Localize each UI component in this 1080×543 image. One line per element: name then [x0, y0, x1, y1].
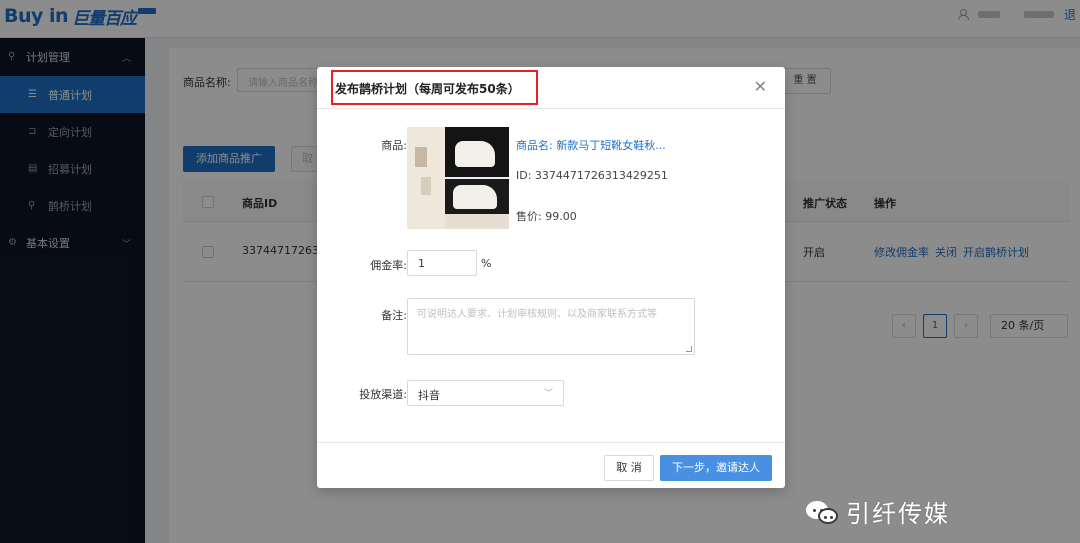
product-image-blurred-part	[407, 127, 445, 229]
wechat-icon	[806, 498, 840, 526]
close-icon[interactable]: ✕	[754, 79, 767, 95]
product-name-link[interactable]: 商品名: 新款马丁短靴女鞋秋...	[516, 137, 666, 153]
channel-label: 投放渠道:	[359, 388, 407, 401]
commission-rate-input[interactable]: 1	[407, 250, 477, 276]
remark-textarea[interactable]: 可说明达人要求、计划审核规则、以及商家联系方式等	[407, 298, 695, 355]
watermark-text: 引纤传媒	[846, 500, 950, 528]
publish-bridge-plan-dialog: 发布鹊桥计划（每周可发布50条） ✕ 商品: 商品名: 新款马丁短靴女鞋秋...…	[317, 67, 785, 488]
product-image-floor	[445, 214, 509, 229]
shoe-shape	[453, 185, 497, 209]
remark-label: 备注:	[381, 309, 407, 322]
remark-placeholder: 可说明达人要求、计划审核规则、以及商家联系方式等	[417, 309, 657, 320]
channel-select[interactable]: 抖音 ﹀	[407, 380, 564, 406]
product-id: ID: 3374471726313429251	[516, 169, 668, 182]
product-label: 商品:	[381, 139, 407, 152]
product-price: 售价: 99.00	[516, 210, 577, 223]
percent-unit: %	[481, 257, 492, 270]
watermark: 引纤传媒	[806, 494, 950, 529]
title-highlight-box	[331, 70, 538, 105]
chevron-down-icon: ﹀	[543, 389, 553, 399]
cancel-button[interactable]: 取 消	[604, 455, 654, 481]
channel-value: 抖音	[418, 389, 440, 402]
commission-label: 佣金率:	[370, 259, 407, 272]
shoe-shape	[455, 141, 495, 167]
product-image	[407, 127, 509, 229]
dialog-header: 发布鹊桥计划（每周可发布50条） ✕	[317, 67, 785, 109]
resize-handle[interactable]	[686, 346, 692, 352]
dialog-footer: 取 消 下一步，邀请达人	[317, 442, 785, 488]
next-invite-creators-button[interactable]: 下一步，邀请达人	[660, 455, 772, 481]
